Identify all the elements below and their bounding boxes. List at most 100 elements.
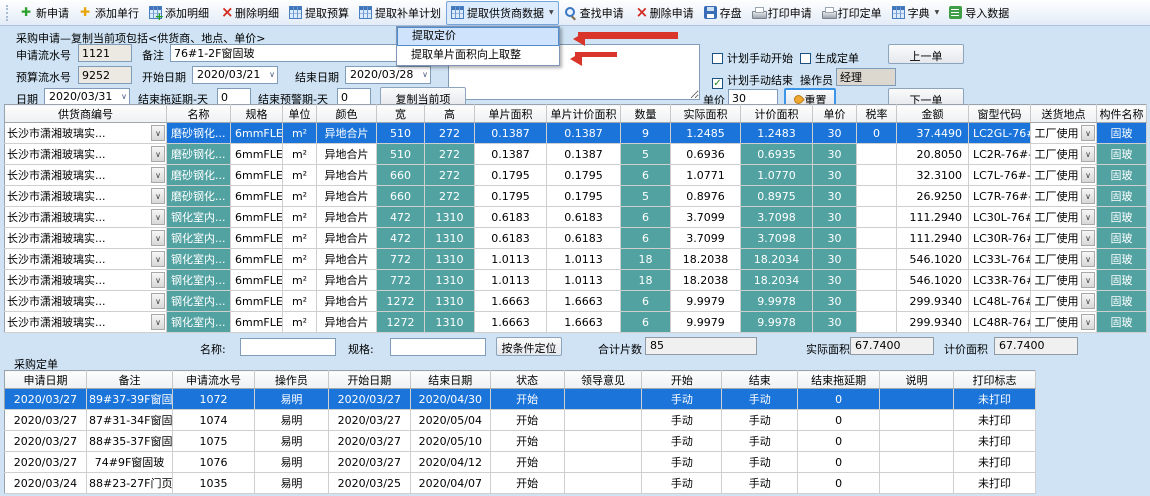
cell-piece-priced-area[interactable]: 1.0113	[547, 270, 621, 291]
cell-qty[interactable]: 6	[621, 207, 671, 228]
menu-item[interactable]: 提取定价	[397, 27, 559, 46]
remark-field[interactable]	[170, 44, 418, 62]
cell-tax-rate[interactable]: 0	[857, 123, 897, 144]
supplier-dropdown-icon[interactable]: ∨	[151, 125, 165, 141]
cell-status[interactable]: 开始	[490, 431, 564, 452]
supplier-dropdown-icon[interactable]: ∨	[151, 167, 165, 183]
cell-window-code[interactable]: LC30R-76#...	[969, 228, 1031, 249]
detail-row[interactable]: 长沙市潇湘玻璃实...∨ 钢化室内... 6mmFLE... m² 异地合片 1…	[5, 291, 1147, 312]
detail-row[interactable]: 长沙市潇湘玻璃实...∨ 钢化室内... 6mmFLE... m² 异地合片 1…	[5, 312, 1147, 333]
cell-window-code[interactable]: LC2R-76#-1F	[969, 144, 1031, 165]
cell-start-date[interactable]: 2020/03/27	[328, 410, 410, 431]
cell-start-date[interactable]: 2020/03/27	[328, 452, 410, 473]
plan-manual-start-checkbox[interactable]: 计划手动开始	[712, 50, 793, 66]
order-row[interactable]: 2020/03/27 88#35-37F窗固玻 1075 易明 2020/03/…	[5, 431, 1036, 452]
detail-row[interactable]: 长沙市潇湘玻璃实...∨ 钢化室内... 6mmFLE... m² 异地合片 7…	[5, 249, 1147, 270]
cell-amount[interactable]: 111.2940	[897, 207, 969, 228]
cell-end-date[interactable]: 2020/04/30	[410, 389, 490, 410]
cell-spec[interactable]: 6mmFLE...	[231, 291, 283, 312]
extract-supplier-data-button[interactable]: 提取供货商数据 ▼	[446, 1, 559, 25]
cell-unit-price[interactable]: 30	[813, 312, 857, 333]
cell-leader-opinion[interactable]	[564, 473, 642, 494]
cell-tax-rate[interactable]	[857, 249, 897, 270]
save-button[interactable]: 存盘	[699, 1, 747, 25]
cell-height[interactable]: 1310	[425, 312, 475, 333]
cell-amount[interactable]: 546.1020	[897, 270, 969, 291]
cell-unit-price[interactable]: 30	[813, 291, 857, 312]
cell-delivery[interactable]: 工厂使用∨	[1031, 291, 1097, 312]
cell-piece-priced-area[interactable]: 0.1795	[547, 186, 621, 207]
cell-end-mode[interactable]: 手动	[722, 431, 798, 452]
cell-spec[interactable]: 6mmFLE...	[231, 270, 283, 291]
cell-qty[interactable]: 18	[621, 270, 671, 291]
delivery-dropdown-icon[interactable]: ∨	[1081, 146, 1095, 162]
cell-tax-rate[interactable]	[857, 312, 897, 333]
cell-color[interactable]: 异地合片	[317, 144, 377, 165]
cell-end-mode[interactable]: 手动	[722, 473, 798, 494]
cell-unit[interactable]: m²	[283, 312, 317, 333]
cell-priced-area[interactable]: 0.6935	[741, 144, 813, 165]
cell-piece-area[interactable]: 0.6183	[475, 207, 547, 228]
cell-delivery[interactable]: 工厂使用∨	[1031, 165, 1097, 186]
detail-row[interactable]: 长沙市潇湘玻璃实...∨ 磨砂钢化... 6mmFLE... m² 异地合片 6…	[5, 165, 1147, 186]
cell-priced-area[interactable]: 3.7098	[741, 228, 813, 249]
new-request-button[interactable]: 新申请	[15, 1, 74, 25]
cell-name[interactable]: 磨砂钢化...	[167, 186, 231, 207]
menu-item[interactable]: 提取单片面积向上取整	[397, 46, 559, 65]
cell-end-date[interactable]: 2020/04/07	[410, 473, 490, 494]
cell-tax-rate[interactable]	[857, 207, 897, 228]
cell-piece-area[interactable]: 1.6663	[475, 312, 547, 333]
end-date-picker[interactable]: 2020/03/28 ∨	[345, 66, 431, 84]
cell-component[interactable]: 固玻	[1097, 144, 1147, 165]
cell-amount[interactable]: 299.9340	[897, 291, 969, 312]
cell-qty[interactable]: 18	[621, 249, 671, 270]
cell-window-code[interactable]: LC7L-76#-1FO	[969, 165, 1031, 186]
cell-color[interactable]: 异地合片	[317, 291, 377, 312]
supplier-dropdown-icon[interactable]: ∨	[151, 272, 165, 288]
cell-width[interactable]: 510	[377, 123, 425, 144]
delivery-dropdown-icon[interactable]: ∨	[1081, 188, 1095, 204]
cell-color[interactable]: 异地合片	[317, 249, 377, 270]
cell-print-flag[interactable]: 未打印	[953, 410, 1035, 431]
cell-piece-priced-area[interactable]: 0.1795	[547, 165, 621, 186]
cell-request-date[interactable]: 2020/03/27	[5, 410, 87, 431]
col-end-mode[interactable]: 结束	[722, 371, 798, 389]
detail-row[interactable]: 长沙市潇湘玻璃实...∨ 磨砂钢化... 6mmFLE... m² 异地合片 5…	[5, 123, 1147, 144]
col-name[interactable]: 名称	[167, 105, 231, 123]
cell-piece-area[interactable]: 1.0113	[475, 249, 547, 270]
extract-supplement-plan-button[interactable]: 提取补单计划	[354, 1, 446, 25]
cell-qty[interactable]: 9	[621, 123, 671, 144]
col-delivery[interactable]: 送货地点	[1031, 105, 1097, 123]
cell-priced-area[interactable]: 3.7098	[741, 207, 813, 228]
cell-actual-area[interactable]: 0.8976	[671, 186, 741, 207]
cell-end-mode[interactable]: 手动	[722, 452, 798, 473]
cell-request-date[interactable]: 2020/03/27	[5, 389, 87, 410]
col-operator[interactable]: 操作员	[255, 371, 329, 389]
cell-unit-price[interactable]: 30	[813, 186, 857, 207]
cell-remark[interactable]: 88#35-37F窗固玻	[86, 431, 172, 452]
cell-print-flag[interactable]: 未打印	[953, 431, 1035, 452]
print-order-button[interactable]: 打印定单	[817, 1, 887, 25]
cell-amount[interactable]: 111.2940	[897, 228, 969, 249]
cell-amount[interactable]: 20.8050	[897, 144, 969, 165]
start-date-picker[interactable]: 2020/03/21 ∨	[192, 66, 278, 84]
col-end-date[interactable]: 结束日期	[410, 371, 490, 389]
cell-start-mode[interactable]: 手动	[642, 410, 722, 431]
supplier-dropdown-icon[interactable]: ∨	[151, 146, 165, 162]
order-row[interactable]: 2020/03/24 88#23-27F门页玻 1035 易明 2020/03/…	[5, 473, 1036, 494]
cell-request-no[interactable]: 1074	[173, 410, 255, 431]
cell-supplier[interactable]: 长沙市潇湘玻璃实...∨	[5, 144, 167, 165]
cell-piece-area[interactable]: 0.6183	[475, 228, 547, 249]
filter-spec-input[interactable]	[390, 338, 486, 356]
cell-width[interactable]: 472	[377, 207, 425, 228]
cell-start-mode[interactable]: 手动	[642, 452, 722, 473]
cell-unit[interactable]: m²	[283, 228, 317, 249]
cell-status[interactable]: 开始	[490, 473, 564, 494]
cell-height[interactable]: 272	[425, 186, 475, 207]
col-color[interactable]: 颜色	[317, 105, 377, 123]
cell-end-date[interactable]: 2020/05/10	[410, 431, 490, 452]
cell-window-code[interactable]: LC7R-76#-1FO	[969, 186, 1031, 207]
cell-color[interactable]: 异地合片	[317, 270, 377, 291]
add-row-button[interactable]: 添加单行	[74, 1, 144, 25]
checkbox-icon[interactable]	[800, 53, 811, 64]
